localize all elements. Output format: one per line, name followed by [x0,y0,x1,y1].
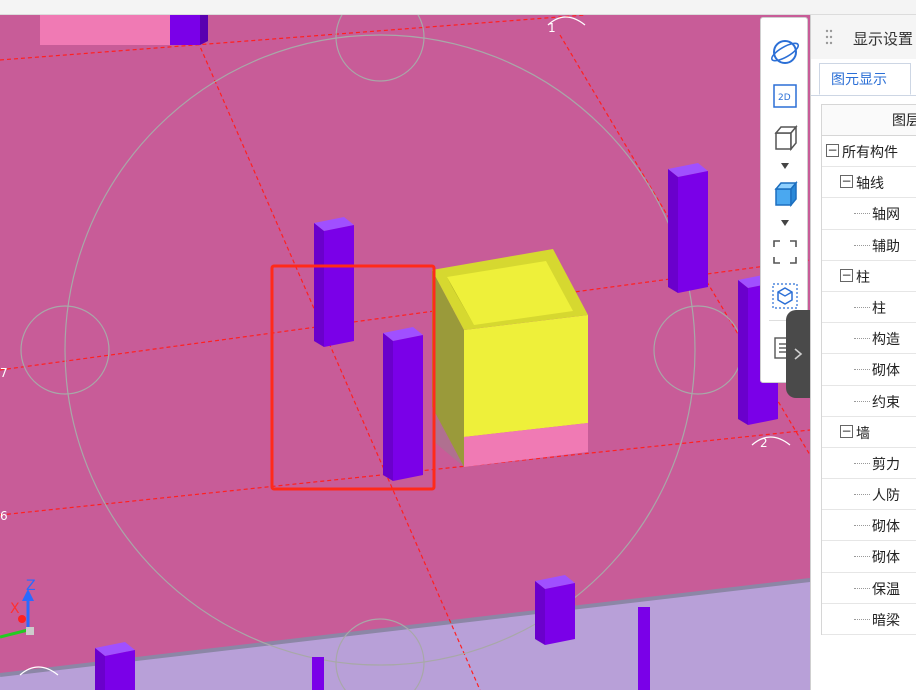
axis-mark: 1 [548,21,556,35]
view-cube-icon [772,283,798,309]
tree-row[interactable]: 砌体 [822,354,916,386]
box-structure[interactable] [432,249,588,467]
z-axis-label: Z [26,578,36,594]
orbit-button[interactable] [767,36,803,68]
tree-row[interactable]: 辅助 [822,230,916,261]
tree-connector [854,338,870,340]
tree-connector [854,369,870,371]
axis-mark: 6 [0,509,8,523]
tree-item-label: 砌体 [872,550,900,567]
tree-connector [854,494,870,496]
top-strip [0,0,916,15]
svg-text:2D: 2D [778,93,791,103]
x-axis-label: X [10,601,20,617]
chevron-right-icon [794,348,803,360]
tree-row[interactable]: 约束 [822,386,916,417]
chevron-down-icon [781,220,789,226]
tree-row[interactable]: − 所有构件 [822,136,916,168]
tree-row[interactable]: 砌体 [822,541,916,573]
tree-row[interactable]: − 柱 [822,261,916,292]
panel-tabs: 图元显示 [811,63,916,96]
collapse-toggle[interactable]: − [840,268,853,282]
tree-item-label: 辅助 [872,238,900,255]
chevron-down-icon [781,163,789,169]
tree-row[interactable]: 剪力 [822,448,916,480]
tree-row[interactable]: 柱 [822,292,916,324]
collapse-toggle[interactable]: − [826,144,839,157]
tree-row[interactable]: 轴网 [822,198,916,230]
tree-item-label: 保温 [872,581,900,598]
cube-outline-icon [774,124,798,152]
column[interactable] [638,607,650,690]
tree-column-header: 图层 [822,105,916,136]
view-2d-button[interactable]: 2D [767,80,803,112]
scene-canvas[interactable]: 7 6 1 2 Z X [0,15,810,690]
tree-item-label: 轴网 [872,207,900,224]
tree-item-label: 人防 [872,488,900,505]
panel-collapse-handle[interactable] [786,310,810,398]
tree-row[interactable]: 人防 [822,479,916,511]
view-dropdown[interactable] [779,161,791,171]
column[interactable] [535,575,575,645]
cube-solid-icon [774,180,798,208]
tab-element-display[interactable]: 图元显示 [819,63,911,95]
shade-dropdown[interactable] [779,218,791,228]
panel-title: 显示设置 [853,30,914,48]
view-2d-icon: 2D [773,84,797,108]
tree-item-label: 构造 [872,332,900,349]
slab-block [40,15,190,45]
tree-item-label: 柱 [856,269,870,286]
tree-connector [854,525,870,527]
tree-item-label: 约束 [872,394,900,411]
tree-item-label: 砌体 [872,519,900,536]
layer-tree: 图层 −所有构件−轴线轴网辅助−柱柱构造砌体约束−墙剪力人防砌体砌体保温暗梁 [821,104,916,635]
tree-connector [854,556,870,558]
column[interactable] [170,15,208,45]
column[interactable] [312,657,324,690]
tree-item-label: 砌体 [872,363,900,380]
display-settings-panel: 显示设置 图元显示 图层 −所有构件−轴线轴网辅助−柱柱构造砌体约束−墙剪力人防… [810,15,916,690]
tree-connector [854,244,870,246]
fullscreen-icon [773,240,797,264]
tree-connector [854,587,870,589]
tree-item-label: 柱 [872,300,886,317]
zoom-extents-button[interactable] [767,236,803,268]
tree-item-label: 轴线 [856,176,884,193]
tree-row[interactable]: 保温 [822,573,916,604]
tree-connector [854,213,870,215]
collapse-toggle[interactable]: − [840,424,853,438]
tree-item-label: 墙 [856,425,870,442]
column[interactable] [95,642,135,690]
column[interactable] [314,217,354,347]
wireframe-view-button[interactable] [767,122,803,154]
tree-row[interactable]: 构造 [822,323,916,355]
tree-connector [854,618,870,620]
tree-row[interactable]: − 墙 [822,417,916,448]
tree-row[interactable]: − 轴线 [822,167,916,199]
tree-item-label: 所有构件 [842,145,898,161]
tree-connector [854,462,870,464]
column[interactable] [383,327,423,481]
tree-row[interactable]: 砌体 [822,510,916,542]
3d-viewport[interactable]: 7 6 1 2 Z X [0,15,810,690]
drag-grip-icon[interactable] [825,29,833,45]
tree-connector [854,306,870,308]
shaded-view-button[interactable] [767,178,803,210]
panel-header: 显示设置 [811,15,916,59]
column[interactable] [668,163,708,293]
tree-item-label: 暗梁 [872,612,900,629]
orbit-icon [770,40,800,64]
collapse-toggle[interactable]: − [840,175,853,189]
tree-row[interactable]: 暗梁 [822,604,916,635]
axis-mark: 7 [0,366,8,380]
tree-connector [854,400,870,402]
tree-item-label: 剪力 [872,456,900,473]
view-cube-button[interactable] [767,280,803,312]
